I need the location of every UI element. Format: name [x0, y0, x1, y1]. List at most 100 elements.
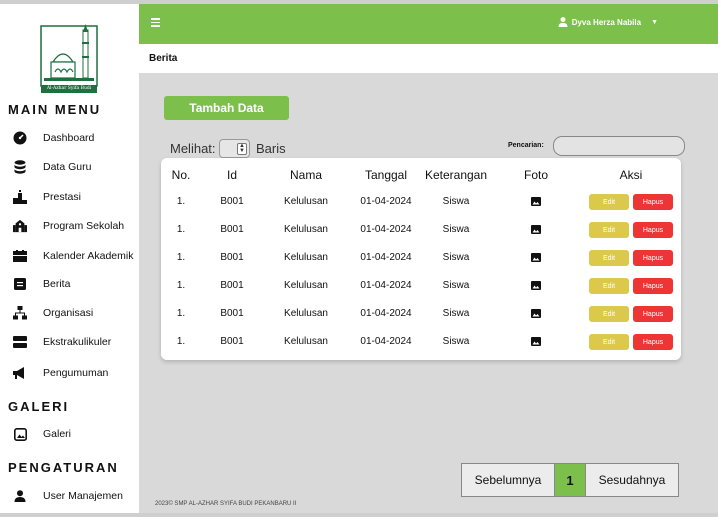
- image-icon: [13, 427, 27, 441]
- page-title: Berita: [149, 53, 178, 64]
- column-header-aksi: Aksi: [619, 168, 643, 182]
- edit-button[interactable]: Edit: [589, 222, 629, 238]
- photo-icon[interactable]: [531, 225, 541, 234]
- search-label: Pencarian:: [508, 142, 544, 149]
- cell-no: 1.: [176, 308, 186, 319]
- user-menu[interactable]: Dyva Herza Nabila ▼: [558, 17, 658, 27]
- cell-nama: Kelulusan: [284, 252, 328, 263]
- column-header-no: No.: [171, 168, 191, 182]
- section-galeri: GALERI: [8, 399, 70, 414]
- sidebar-item-galeri[interactable]: Galeri: [0, 422, 139, 446]
- previous-page-button[interactable]: Sebelumnya: [462, 464, 555, 496]
- school-logo: [40, 24, 98, 87]
- breadcrumb: Berita: [139, 44, 718, 73]
- delete-button[interactable]: Hapus: [633, 278, 673, 294]
- cell-nama: Kelulusan: [284, 196, 328, 207]
- megaphone-icon: [13, 366, 27, 380]
- table-row: 1. B001 Kelulusan 01-04-2024 Siswa Edit …: [161, 328, 681, 356]
- add-data-button[interactable]: Tambah Data: [164, 96, 289, 120]
- column-header-tanggal: Tanggal: [364, 168, 408, 182]
- top-bar: Dyva Herza Nabila ▼: [139, 4, 718, 44]
- news-icon: [13, 277, 27, 291]
- sidebar-item-program-sekolah[interactable]: Program Sekolah: [0, 214, 139, 238]
- cell-keterangan: Siswa: [442, 224, 470, 235]
- cell-id: B001: [220, 308, 244, 319]
- section-pengaturan: PENGATURAN: [8, 460, 119, 475]
- photo-icon[interactable]: [531, 253, 541, 262]
- cell-no: 1.: [176, 336, 186, 347]
- photo-icon[interactable]: [531, 309, 541, 318]
- photo-icon[interactable]: [531, 337, 541, 346]
- bottom-border: [0, 513, 718, 517]
- sidebar-item-prestasi[interactable]: Prestasi: [0, 185, 139, 209]
- cell-nama: Kelulusan: [284, 224, 328, 235]
- dashboard-icon: [13, 131, 27, 145]
- sidebar-item-kalender-akademik[interactable]: Kalender Akademik: [0, 244, 139, 268]
- calendar-icon: [13, 249, 27, 263]
- column-header-keterangan: Keterangan: [424, 168, 488, 182]
- hamburger-menu-icon[interactable]: [151, 18, 160, 27]
- cell-keterangan: Siswa: [442, 196, 470, 207]
- footer-copyright: 2023© SMP AL-AZHAR SYIFA BUDI PEKANBARU …: [155, 501, 297, 507]
- delete-button[interactable]: Hapus: [633, 306, 673, 322]
- column-header-nama: Nama: [289, 168, 323, 182]
- cell-no: 1.: [176, 252, 186, 263]
- next-page-button[interactable]: Sesudahnya: [585, 464, 678, 496]
- school-icon: [13, 219, 27, 233]
- photo-icon[interactable]: [531, 197, 541, 206]
- edit-button[interactable]: Edit: [589, 250, 629, 266]
- news-table: No. Id Nama Tanggal Keterangan Foto Aksi…: [161, 158, 681, 360]
- delete-button[interactable]: Hapus: [633, 194, 673, 210]
- table-row: 1. B001 Kelulusan 01-04-2024 Siswa Edit …: [161, 272, 681, 300]
- chevron-down-icon: ▼: [651, 18, 658, 26]
- search-input[interactable]: [553, 136, 685, 156]
- show-label: Melihat:: [170, 141, 216, 156]
- edit-button[interactable]: Edit: [589, 194, 629, 210]
- database-icon: [13, 160, 27, 174]
- logo-caption: Al-Azhar Syifa Budi: [41, 85, 97, 93]
- table-row: 1. B001 Kelulusan 01-04-2024 Siswa Edit …: [161, 216, 681, 244]
- sidebar-item-berita[interactable]: Berita: [0, 272, 139, 296]
- rows-per-page-select[interactable]: ▲ ▼: [219, 139, 250, 158]
- delete-button[interactable]: Hapus: [633, 250, 673, 266]
- cell-keterangan: Siswa: [442, 308, 470, 319]
- cell-id: B001: [220, 336, 244, 347]
- cell-tanggal: 01-04-2024: [360, 252, 412, 263]
- sidebar-item-ekstrakulikuler[interactable]: Ekstrakulikuler: [0, 330, 139, 354]
- cell-no: 1.: [176, 196, 186, 207]
- user-icon: [13, 489, 27, 503]
- pagination: Sebelumnya 1 Sesudahnya: [461, 463, 679, 497]
- cell-tanggal: 01-04-2024: [360, 196, 412, 207]
- sidebar-item-pengumuman[interactable]: Pengumuman: [0, 361, 139, 385]
- current-page-button[interactable]: 1: [555, 464, 585, 496]
- table-row: 1. B001 Kelulusan 01-04-2024 Siswa Edit …: [161, 300, 681, 328]
- sidebar-item-dashboard[interactable]: Dashboard: [0, 126, 139, 150]
- cell-keterangan: Siswa: [442, 252, 470, 263]
- photo-icon[interactable]: [531, 281, 541, 290]
- delete-button[interactable]: Hapus: [633, 222, 673, 238]
- sidebar-item-organisasi[interactable]: Organisasi: [0, 301, 139, 325]
- sidebar-item-user-manajemen[interactable]: User Manajemen: [0, 484, 139, 508]
- cell-tanggal: 01-04-2024: [360, 308, 412, 319]
- section-main-menu: MAIN MENU: [8, 102, 102, 117]
- edit-button[interactable]: Edit: [589, 278, 629, 294]
- cell-nama: Kelulusan: [284, 308, 328, 319]
- rows-label: Baris: [256, 141, 286, 156]
- cell-id: B001: [220, 196, 244, 207]
- stepper-arrows-icon: ▲ ▼: [237, 143, 247, 155]
- table-row: 1. B001 Kelulusan 01-04-2024 Siswa Edit …: [161, 188, 681, 216]
- table-row: 1. B001 Kelulusan 01-04-2024 Siswa Edit …: [161, 244, 681, 272]
- edit-button[interactable]: Edit: [589, 306, 629, 322]
- user-avatar-icon: [558, 17, 568, 27]
- cell-nama: Kelulusan: [284, 280, 328, 291]
- cell-no: 1.: [176, 280, 186, 291]
- edit-button[interactable]: Edit: [589, 334, 629, 350]
- cell-id: B001: [220, 252, 244, 263]
- sidebar-item-data-guru[interactable]: Data Guru: [0, 155, 139, 179]
- cell-tanggal: 01-04-2024: [360, 336, 412, 347]
- cell-id: B001: [220, 224, 244, 235]
- cell-id: B001: [220, 280, 244, 291]
- cell-keterangan: Siswa: [442, 336, 470, 347]
- podium-icon: [13, 190, 27, 204]
- delete-button[interactable]: Hapus: [633, 334, 673, 350]
